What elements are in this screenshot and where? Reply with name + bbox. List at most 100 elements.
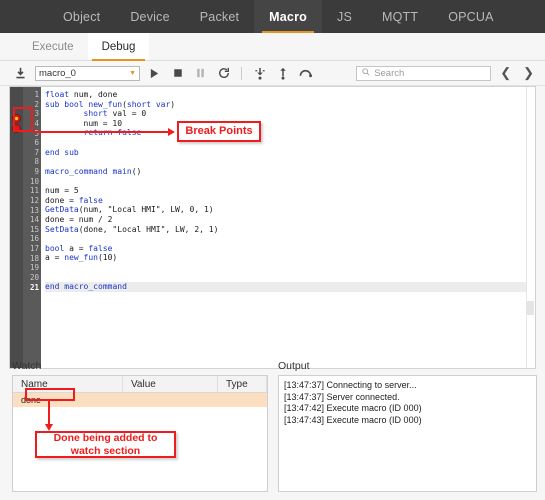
tab-execute[interactable]: Execute xyxy=(18,33,88,60)
line-number: 7 xyxy=(34,147,39,157)
code-line[interactable]: sub bool new_fun(short var) xyxy=(45,100,535,110)
line-number: 2 xyxy=(34,99,39,109)
line-number: 3 xyxy=(34,109,39,119)
search-placeholder: Search xyxy=(374,67,405,79)
macro-select-label: macro_0 xyxy=(39,67,76,79)
macro-debugger-window: Object Device Packet Macro JS MQTT OPCUA Execu… xyxy=(0,0,545,500)
line-number: 12 xyxy=(29,195,39,205)
output-panel-body[interactable]: [13:47:37] Connecting to server... [13:47… xyxy=(278,375,537,492)
code-line[interactable] xyxy=(45,157,535,167)
search-next-button[interactable]: ❯ xyxy=(520,65,537,81)
top-navigation-bar: Object Device Packet Macro JS MQTT OPCUA xyxy=(0,0,545,33)
step-over-icon[interactable] xyxy=(274,65,291,82)
breakpoint-marker[interactable] xyxy=(12,114,21,123)
watch-panel-title: Watch xyxy=(12,360,42,372)
line-number: 21 xyxy=(29,282,39,292)
code-line[interactable]: done = num / 2 xyxy=(45,215,535,225)
pause-button[interactable] xyxy=(192,65,209,82)
watch-annotation-line2: watch section xyxy=(70,444,141,457)
run-button[interactable] xyxy=(146,65,163,82)
output-log-list: [13:47:37] Connecting to server... [13:47… xyxy=(279,376,536,426)
code-line[interactable] xyxy=(45,138,535,148)
bottom-panels: Watch Name Value Type done Output [13:47… xyxy=(0,358,545,500)
search-input[interactable]: Search xyxy=(356,65,492,81)
watch-column-type: Type xyxy=(218,376,267,392)
breakpoint-annotation-line xyxy=(33,131,170,133)
code-line[interactable]: macro_command main() xyxy=(45,167,535,177)
code-line[interactable]: num = 5 xyxy=(45,186,535,196)
line-number: 9 xyxy=(34,167,39,176)
watch-column-value: Value xyxy=(123,376,218,392)
code-line[interactable] xyxy=(45,176,535,186)
breakpoint-marker[interactable] xyxy=(12,124,21,133)
line-number: 6 xyxy=(34,138,39,148)
code-line[interactable]: a = new_fun(10) xyxy=(45,253,535,263)
line-number: 4 xyxy=(34,118,39,128)
output-log-line: [13:47:37] Server connected. xyxy=(284,391,400,402)
sub-tab-bar: Execute Debug xyxy=(0,33,545,61)
output-log-line: [13:47:42] Execute macro (ID 000) xyxy=(284,403,422,413)
line-number: 14 xyxy=(29,215,39,225)
topnav-item-device[interactable]: Device xyxy=(115,0,184,33)
code-line[interactable]: GetData(num, "Local HMI", LW, 0, 1) xyxy=(45,205,535,215)
watch-annotation-label: Done being added to watch section xyxy=(35,431,176,458)
output-panel: Output [13:47:37] Connecting to server..… xyxy=(272,358,545,500)
watch-annotation-arrow xyxy=(44,424,53,431)
debug-toolbar: macro_0 ▼ Search ❮ ❯ xyxy=(0,61,545,86)
code-line[interactable] xyxy=(45,234,535,244)
code-line[interactable]: float num, done xyxy=(45,90,535,100)
step-out-icon[interactable] xyxy=(297,65,314,82)
code-line[interactable] xyxy=(45,263,535,273)
chevron-down-icon: ▼ xyxy=(129,69,136,77)
editor-scrollbar-thumb[interactable] xyxy=(527,301,534,315)
line-number: 11 xyxy=(29,186,39,196)
code-line[interactable]: SetData(done, "Local HMI", LW, 2, 1) xyxy=(45,225,535,235)
watch-panel: Watch Name Value Type done xyxy=(0,358,272,500)
watch-annotation-line xyxy=(48,401,50,426)
code-line[interactable]: num = 10 xyxy=(45,119,535,129)
watch-row-name: done xyxy=(21,395,42,405)
line-number: 13 xyxy=(29,205,39,215)
download-icon[interactable] xyxy=(12,65,29,82)
restart-button[interactable] xyxy=(215,65,232,82)
search-prev-button[interactable]: ❮ xyxy=(497,65,514,81)
search-icon xyxy=(362,67,370,79)
code-line[interactable]: end sub xyxy=(45,148,535,158)
topnav-item-macro[interactable]: Macro xyxy=(254,0,322,33)
topnav-item-packet[interactable]: Packet xyxy=(185,0,254,33)
watch-table-header: Name Value Type xyxy=(13,376,267,393)
breakpoint-annotation-arrow xyxy=(168,127,175,136)
code-line[interactable] xyxy=(45,273,535,283)
code-editor[interactable]: 1 2 3 4 5 6 7 8 9 10 11 12 13 14 15 16 17 18 19 20 21 float … xyxy=(9,86,536,369)
line-number: 10 xyxy=(29,176,39,186)
line-number: 15 xyxy=(29,224,39,234)
toolbar-divider xyxy=(241,66,242,80)
line-number: 17 xyxy=(29,244,39,253)
output-log-line: [13:47:37] Connecting to server... xyxy=(284,380,417,390)
topnav-item-mqtt[interactable]: MQTT xyxy=(367,0,433,33)
code-line[interactable]: end macro_command xyxy=(45,282,535,292)
line-number: 5 xyxy=(34,128,39,138)
macro-select[interactable]: macro_0 ▼ xyxy=(35,65,140,81)
breakpoint-gutter[interactable] xyxy=(10,87,23,368)
line-number: 18 xyxy=(29,253,39,263)
tab-debug[interactable]: Debug xyxy=(87,33,150,61)
code-line[interactable]: done = false xyxy=(45,196,535,206)
code-line[interactable]: bool a = false xyxy=(45,244,535,254)
watch-column-name: Name xyxy=(13,376,123,392)
code-line[interactable]: return false xyxy=(45,128,535,138)
line-number: 8 xyxy=(34,157,39,167)
line-number: 16 xyxy=(29,234,39,244)
stop-button[interactable] xyxy=(169,65,186,82)
topnav-item-object[interactable]: Object xyxy=(48,0,115,33)
step-into-icon[interactable] xyxy=(251,65,268,82)
topnav-item-js[interactable]: JS xyxy=(322,0,367,33)
editor-scrollbar[interactable] xyxy=(526,87,535,368)
watch-row[interactable]: done xyxy=(13,393,267,407)
code-line[interactable]: short val = 0 xyxy=(45,109,535,119)
code-content[interactable]: float num, done sub bool new_fun(short va… xyxy=(41,87,535,368)
breakpoint-annotation-label: Break Points xyxy=(177,121,261,142)
line-number: 20 xyxy=(29,272,39,282)
output-panel-title: Output xyxy=(278,360,310,372)
topnav-item-opcua[interactable]: OPCUA xyxy=(433,0,508,33)
